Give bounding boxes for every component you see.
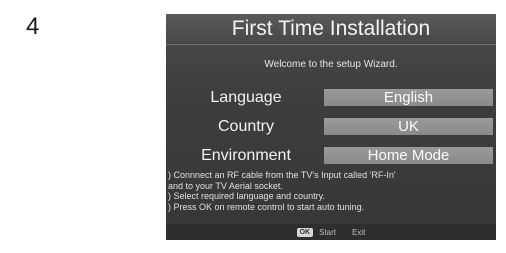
start-label: Start [319, 227, 337, 237]
environment-label: Environment [201, 147, 291, 164]
instruction-line: ) Connnect an RF cable from the TV's Inp… [168, 170, 396, 180]
screen-title: First Time Installation [166, 14, 496, 44]
country-label: Country [217, 118, 275, 135]
welcome-message: Welcome to the setup Wizard. [264, 59, 398, 70]
footer-bar: OK Start Exit [166, 224, 496, 240]
installation-wizard-screen: First Time Installation Welcome to the s… [166, 14, 496, 240]
language-row[interactable]: Language English [166, 87, 496, 108]
exit-label[interactable]: Exit [352, 228, 365, 237]
language-value[interactable]: English [324, 89, 493, 106]
country-value[interactable]: UK [324, 118, 493, 135]
environment-value[interactable]: Home Mode [324, 147, 493, 164]
instruction-line: ) Press OK on remote control to start au… [168, 201, 365, 212]
instruction-line: and to your TV Aerial socket. [168, 180, 283, 191]
language-label: Language [210, 89, 282, 106]
environment-row[interactable]: Environment Home Mode [166, 145, 496, 166]
title-divider [166, 44, 496, 45]
instruction-line: ) Select required language and country. [168, 191, 325, 201]
instructions: ) Connnect an RF cable from the TV's Inp… [168, 170, 494, 212]
page-number: 4 [26, 13, 40, 40]
country-row[interactable]: Country UK [166, 116, 496, 137]
ok-key-icon[interactable]: OK [296, 227, 314, 237]
